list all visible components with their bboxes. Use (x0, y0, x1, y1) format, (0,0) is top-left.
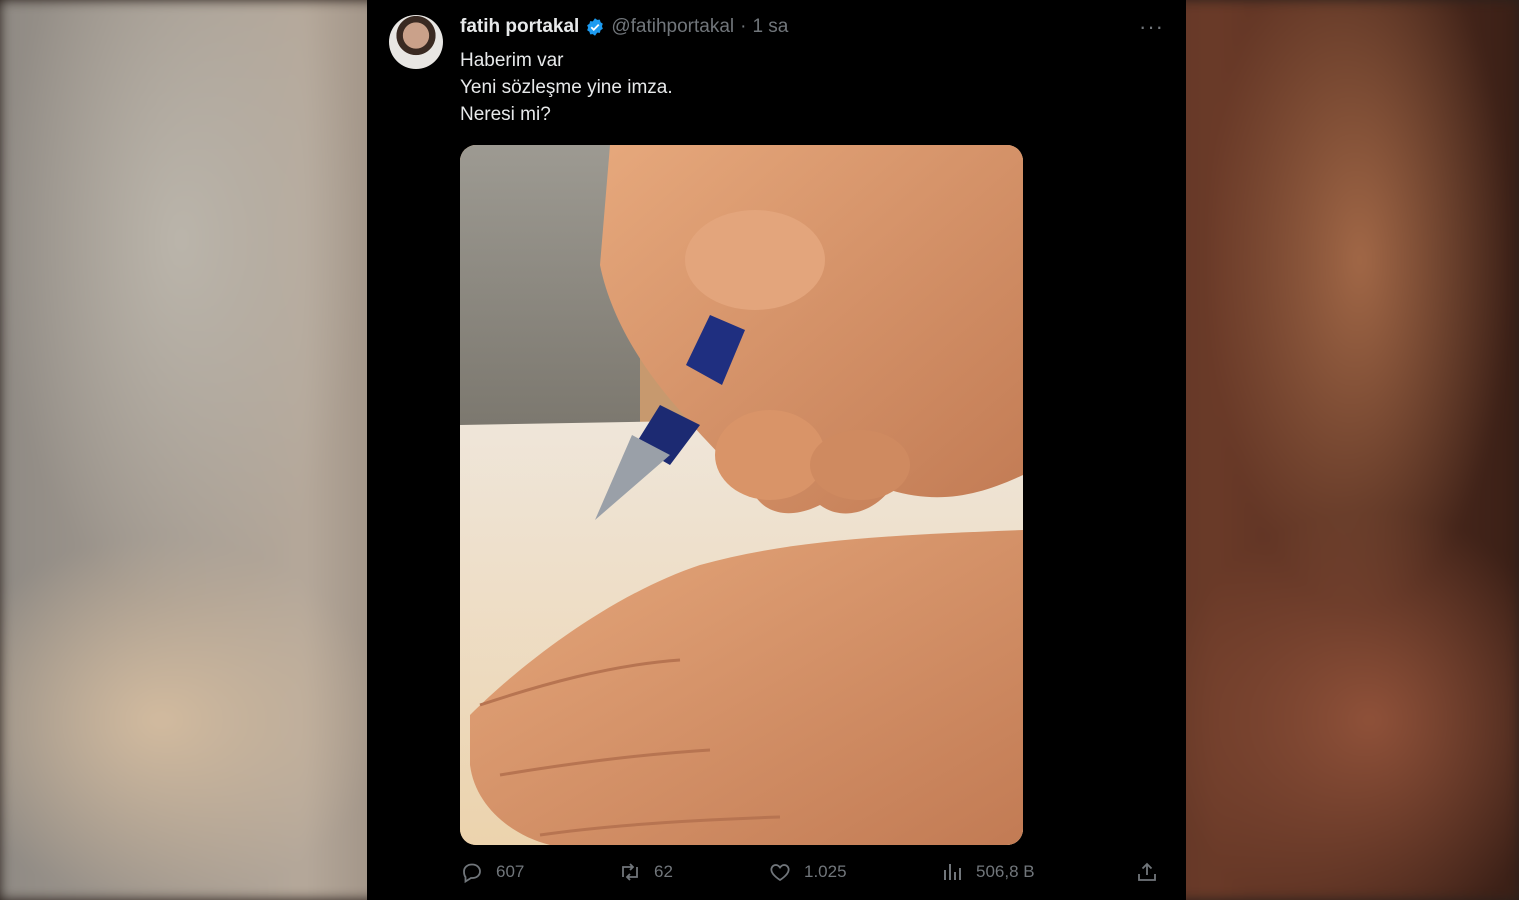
author-avatar[interactable] (389, 15, 443, 69)
tweet-actions: 607 62 1.025 506,8 B (460, 860, 1166, 894)
retweet-count: 62 (654, 862, 673, 881)
photo-hand-signing (460, 145, 1023, 845)
more-options-icon[interactable]: ··· (1139, 14, 1164, 40)
separator-dot: · (740, 16, 747, 37)
reply-button[interactable]: 607 (460, 860, 524, 884)
tweet-header: fatih portakal @fatihportakal · 1 sa (460, 16, 788, 38)
tweet-text-line: Neresi mi? (460, 104, 551, 125)
heart-icon (770, 864, 790, 882)
tweet-time[interactable]: 1 sa (752, 16, 788, 38)
share-button[interactable] (1135, 860, 1159, 884)
like-button[interactable]: 1.025 (768, 860, 847, 884)
tweet-text: Haberim var Yeni sözleşme yine imza. Ner… (460, 47, 673, 128)
views-button[interactable]: 506,8 B (940, 860, 1035, 884)
share-icon (1138, 862, 1156, 881)
reply-icon (463, 863, 481, 884)
reply-count: 607 (496, 862, 525, 881)
like-count: 1.025 (804, 862, 847, 881)
views-chart-icon (944, 864, 961, 880)
author-handle[interactable]: @fatihportakal (611, 16, 734, 38)
author-name[interactable]: fatih portakal (460, 16, 579, 38)
retweet-icon (622, 863, 638, 881)
verified-badge-icon (587, 18, 604, 36)
tweet-text-line: Yeni sözleşme yine imza. (460, 77, 673, 98)
tweet-text-line: Haberim var (460, 50, 564, 71)
retweet-button[interactable]: 62 (618, 860, 673, 884)
tweet-card[interactable]: fatih portakal @fatihportakal · 1 sa ···… (367, 0, 1186, 900)
views-count: 506,8 B (976, 862, 1035, 881)
tweet-photo[interactable] (460, 145, 1023, 845)
